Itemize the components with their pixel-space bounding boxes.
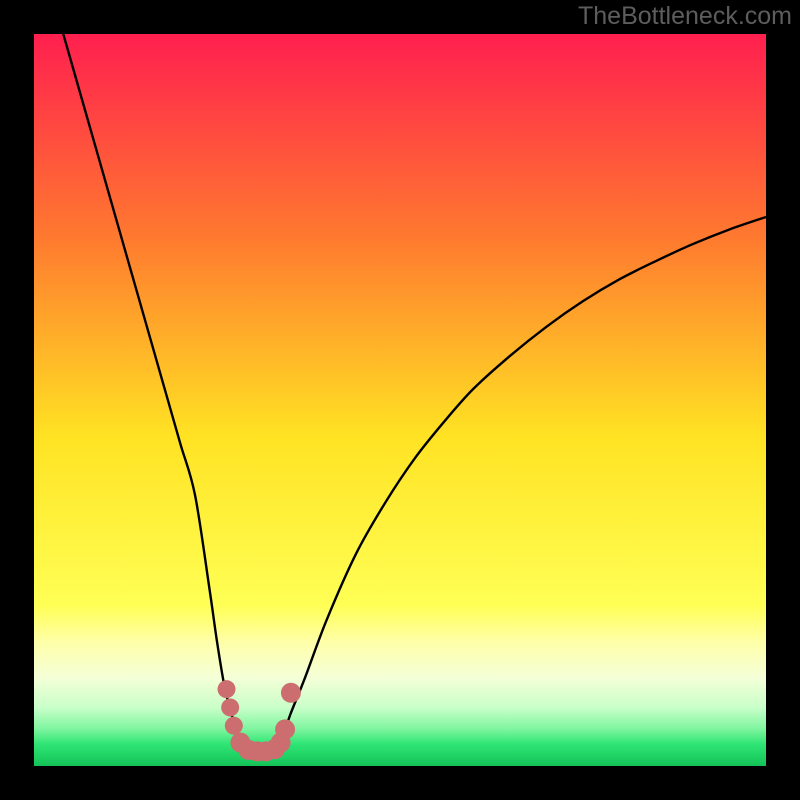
marker-point	[275, 719, 295, 739]
marker-point	[281, 683, 301, 703]
plot-area	[34, 34, 766, 766]
gradient-background	[34, 34, 766, 766]
watermark-text: TheBottleneck.com	[578, 2, 792, 31]
marker-point	[218, 680, 236, 698]
marker-point	[221, 698, 239, 716]
marker-point	[225, 717, 243, 735]
chart-frame: TheBottleneck.com	[0, 0, 800, 800]
chart-svg	[34, 34, 766, 766]
